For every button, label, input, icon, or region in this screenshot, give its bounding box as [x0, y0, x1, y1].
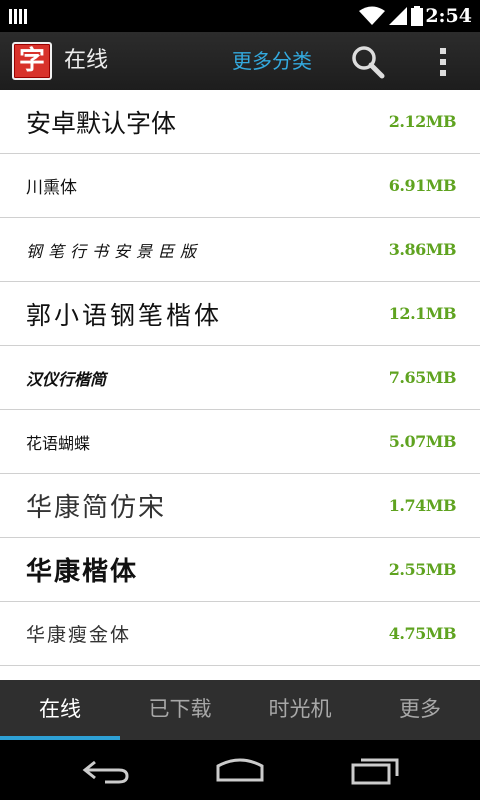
font-list-item[interactable]: 华康楷体 2.55MB: [0, 538, 480, 602]
action-bar: 字 在线 更多分类: [0, 32, 480, 91]
font-name: 钢笔行书安景臣版: [26, 241, 203, 261]
wifi-icon: [359, 6, 385, 25]
system-nav-bar: [0, 740, 480, 800]
font-name: 华康楷体: [26, 557, 139, 587]
font-list-item[interactable]: 华康简仿宋 1.74MB: [0, 474, 480, 538]
font-size: 1.74MB: [388, 496, 457, 515]
more-categories-button[interactable]: 更多分类: [232, 46, 312, 76]
font-list-item[interactable]: 川熏体 6.91MB: [0, 154, 480, 218]
back-icon[interactable]: [75, 752, 135, 788]
font-size: 7.65MB: [388, 368, 457, 387]
app-icon[interactable]: 字: [12, 42, 52, 80]
font-list-item[interactable]: 安卓默认字体 2.12MB: [0, 90, 480, 154]
font-name: 安卓默认字体: [26, 108, 177, 138]
tab-time-machine[interactable]: 时光机: [240, 680, 360, 740]
page-title: 在线: [64, 48, 109, 73]
font-size: 2.55MB: [388, 560, 457, 579]
tab-online[interactable]: 在线: [0, 680, 120, 740]
font-list[interactable]: 安卓默认字体 2.12MB 川熏体 6.91MB 钢笔行书安景臣版 3.86MB…: [0, 90, 480, 680]
recent-apps-icon[interactable]: [345, 752, 405, 788]
font-size: 3.86MB: [388, 240, 457, 259]
font-size: 2.12MB: [388, 112, 457, 131]
clock: 2:54: [425, 5, 472, 27]
font-list-item[interactable]: 花语蝴蝶 5.07MB: [0, 410, 480, 474]
signal-icon: [389, 7, 407, 25]
font-name: 川熏体: [26, 178, 77, 198]
font-name: 郭小语钢笔楷体: [26, 300, 223, 330]
search-icon[interactable]: [350, 44, 386, 80]
tab-downloaded[interactable]: 已下载: [120, 680, 240, 740]
status-bar: 2:54: [0, 0, 480, 32]
font-size: 6.91MB: [388, 176, 457, 195]
font-list-item[interactable]: 汉仪行楷简 7.65MB: [0, 346, 480, 410]
tab-bar: 在线 已下载 时光机 更多: [0, 680, 480, 740]
battery-icon: [411, 6, 423, 26]
font-name: 汉仪行楷简: [26, 369, 107, 389]
font-size: 4.75MB: [388, 624, 457, 643]
font-size: 5.07MB: [388, 432, 457, 451]
overflow-menu-icon[interactable]: [430, 44, 456, 80]
tab-more[interactable]: 更多: [360, 680, 480, 740]
font-list-item[interactable]: 钢笔行书安景臣版 3.86MB: [0, 218, 480, 282]
font-list-item[interactable]: 华康瘦金体 4.75MB: [0, 602, 480, 666]
notification-bars-icon: [9, 9, 27, 24]
font-size: 12.1MB: [388, 304, 457, 323]
font-list-item[interactable]: 郭小语钢笔楷体 12.1MB: [0, 282, 480, 346]
font-name: 华康简仿宋: [26, 493, 167, 523]
font-name: 华康瘦金体: [26, 624, 132, 646]
home-icon[interactable]: [210, 752, 270, 788]
font-name: 花语蝴蝶: [26, 433, 91, 453]
